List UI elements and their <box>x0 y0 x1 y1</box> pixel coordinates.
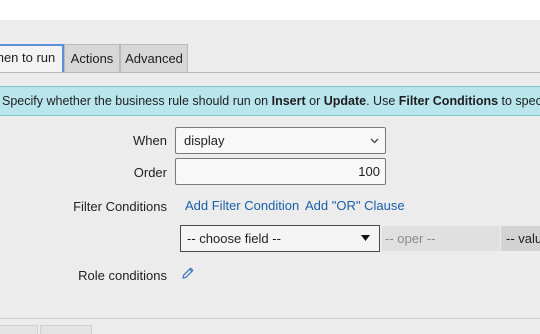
role-conditions-label: Role conditions <box>78 268 167 283</box>
order-label: Order <box>133 165 167 180</box>
info-filter-conditions: Filter Conditions <box>398 94 499 108</box>
info-insert: Insert <box>271 94 306 108</box>
order-input[interactable]: 100 <box>175 158 386 185</box>
info-update: Update <box>323 94 367 108</box>
info-text-2: or <box>305 94 324 108</box>
info-text-3: . Use <box>366 94 399 108</box>
info-text-4: to specify under <box>501 94 540 108</box>
tab-actions[interactable]: Actions <box>64 44 120 72</box>
info-text-1: Specify whether the business rule should… <box>2 94 272 108</box>
when-select[interactable]: display <box>175 127 386 154</box>
order-input-value: 100 <box>358 164 380 179</box>
value-field[interactable]: -- valu <box>501 226 540 251</box>
filter-conditions-label: Filter Conditions <box>73 199 167 214</box>
chevron-down-icon <box>370 138 379 144</box>
choose-field-select[interactable]: -- choose field -- <box>180 225 380 252</box>
info-message-bar: Specify whether the business rule should… <box>0 86 540 116</box>
when-label: When <box>133 133 167 148</box>
tab-divider <box>0 72 540 73</box>
tab-when-to-run-label: hen to run <box>0 50 56 65</box>
top-header-band <box>0 0 540 20</box>
tab-advanced-label: Advanced <box>125 51 183 66</box>
when-select-value: display <box>184 133 225 148</box>
tab-advanced[interactable]: Advanced <box>120 44 188 72</box>
value-field-text: -- valu <box>506 231 540 246</box>
operator-value: -- oper -- <box>385 231 436 246</box>
add-filter-condition-link[interactable]: Add Filter Condition <box>185 198 299 213</box>
tab-actions-label: Actions <box>70 51 114 66</box>
pencil-icon[interactable] <box>181 266 195 280</box>
bottom-divider <box>0 318 540 319</box>
operator-select[interactable]: -- oper -- <box>382 226 500 251</box>
tab-when-to-run[interactable]: hen to run <box>0 44 64 72</box>
add-or-clause-link[interactable]: Add "OR" Clause <box>305 198 405 213</box>
choose-field-value: -- choose field -- <box>187 231 281 246</box>
caret-down-icon <box>361 235 370 241</box>
